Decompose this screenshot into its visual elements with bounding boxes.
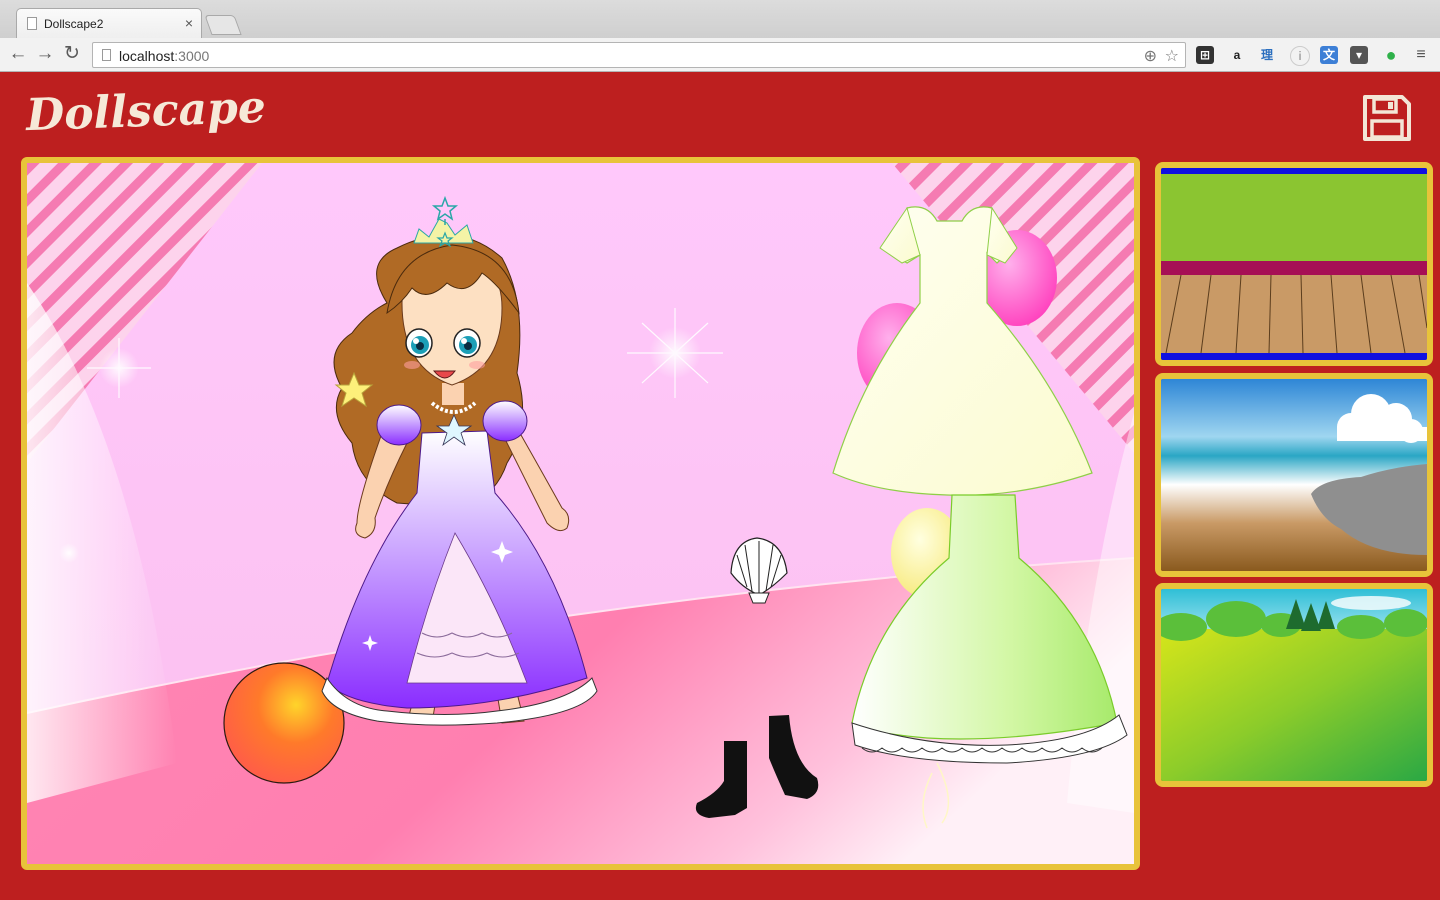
reload-icon[interactable]: ↻ (61, 43, 83, 65)
floppy-disk-icon (1363, 95, 1411, 141)
translate-icon[interactable]: 文 (1320, 46, 1338, 64)
browser-tab-strip: Dollscape2 × (0, 0, 1440, 38)
browser-toolbar: ← → ↻ localhost:3000 ⊕ ☆ ⊞ a 理 i 文 ▾ ● ≡ (0, 38, 1440, 72)
url-host: localhost (119, 48, 175, 64)
green-meadow-preview (1161, 589, 1427, 781)
extension-puzzle-icon[interactable]: ⊞ (1196, 46, 1214, 64)
save-button[interactable] (1362, 94, 1412, 142)
tab-close-icon[interactable]: × (185, 15, 193, 31)
doll-stage[interactable] (21, 157, 1140, 870)
pocket-icon[interactable]: ▾ (1350, 46, 1368, 64)
seaside-cliff-preview (1161, 379, 1427, 571)
url-port: :3000 (174, 48, 210, 64)
url-text: localhost:3000 (119, 48, 209, 64)
page-icon (102, 49, 111, 61)
browser-tab[interactable]: Dollscape2 × (16, 8, 202, 38)
address-bar[interactable]: localhost:3000 ⊕ ☆ (92, 42, 1186, 68)
amazon-icon[interactable]: a (1228, 46, 1246, 64)
forward-icon[interactable]: → (34, 43, 56, 65)
app-title: Dollscape (25, 81, 267, 142)
page-favicon-icon (27, 17, 37, 30)
background-thumb-stage[interactable] (1155, 162, 1433, 366)
stage-floor-preview (1161, 168, 1427, 360)
dictionary-icon[interactable]: 理 (1258, 46, 1276, 64)
info-icon[interactable]: i (1290, 46, 1310, 66)
evernote-icon[interactable]: ● (1382, 46, 1400, 64)
new-tab-button[interactable] (204, 15, 242, 35)
bookmark-star-icon[interactable]: ☆ (1165, 46, 1179, 66)
menu-icon[interactable]: ≡ (1412, 46, 1430, 64)
zoom-icon[interactable]: ⊕ (1144, 46, 1157, 66)
back-icon[interactable]: ← (7, 43, 29, 65)
tab-title: Dollscape2 (44, 17, 104, 31)
background-thumb-seaside[interactable] (1155, 373, 1433, 577)
background-thumb-meadow[interactable] (1155, 583, 1433, 787)
